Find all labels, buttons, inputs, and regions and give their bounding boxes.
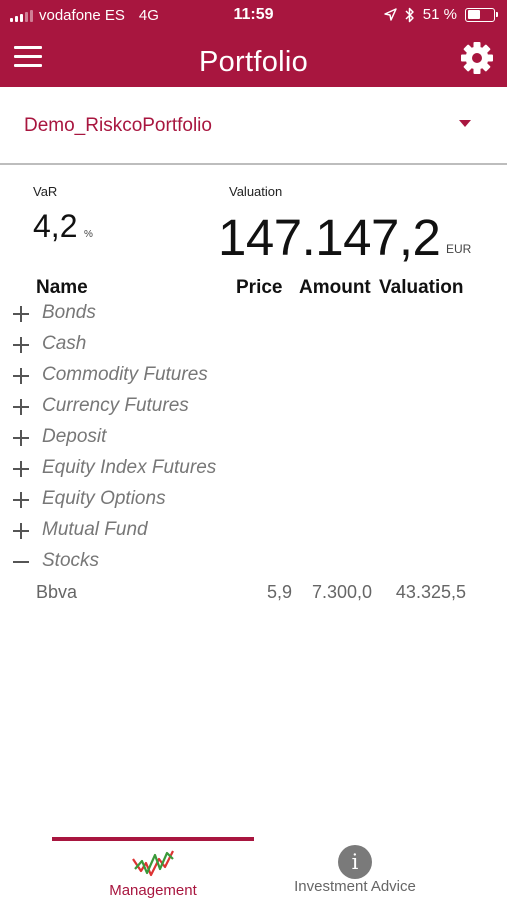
active-tab-indicator <box>52 837 254 841</box>
status-bar: vodafone ES 4G 11:59 51 % <box>0 0 507 32</box>
group-label: Stocks <box>42 550 100 571</box>
battery-percent: 51 % <box>422 6 457 23</box>
group-deposit[interactable]: Deposit <box>10 424 490 452</box>
group-label: Cash <box>42 333 87 354</box>
column-header-name: Name <box>36 277 88 298</box>
var-unit: % <box>84 229 93 240</box>
chart-line-icon <box>132 850 174 877</box>
info-icon: i <box>338 845 372 879</box>
battery-fill <box>467 10 481 19</box>
group-label: Mutual Fund <box>42 519 148 540</box>
expand-icon <box>10 362 32 390</box>
tab-investment-advice[interactable]: i Investment Advice <box>254 842 456 900</box>
expand-icon <box>10 517 32 545</box>
tab-investment-advice-label: Investment Advice <box>294 878 416 895</box>
row-name: Bbva <box>36 582 78 602</box>
bottom-tab-bar: Management i Investment Advice <box>0 830 507 900</box>
row-valuation: 43.325,5 <box>395 582 466 602</box>
column-header-valuation: Valuation <box>379 277 464 298</box>
group-label: Deposit <box>42 426 107 447</box>
group-label: Currency Futures <box>42 395 189 416</box>
caret-down-icon <box>459 120 471 127</box>
group-stocks[interactable]: Stocks <box>10 548 490 576</box>
nav-bar: Portfolio <box>0 32 507 87</box>
group-currency-futures[interactable]: Currency Futures <box>10 393 490 421</box>
group-equity-options[interactable]: Equity Options <box>10 486 490 514</box>
group-cash[interactable]: Cash <box>10 331 490 359</box>
group-label: Bonds <box>42 302 96 323</box>
gear-icon[interactable] <box>459 40 495 76</box>
group-label: Equity Index Futures <box>42 457 217 478</box>
valuation-label: Valuation <box>229 184 283 199</box>
expand-icon <box>10 393 32 421</box>
page-title: Portfolio <box>198 46 309 78</box>
var-label: VaR <box>33 184 58 199</box>
bluetooth-icon <box>405 7 414 22</box>
collapse-icon <box>10 548 32 576</box>
group-label: Equity Options <box>42 488 166 509</box>
group-commodity-futures[interactable]: Commodity Futures <box>10 362 490 390</box>
portfolio-screen: vodafone ES 4G 11:59 51 % Portfolio Demo… <box>0 0 507 900</box>
column-header-price: Price <box>236 277 283 298</box>
row-price: 5,9 <box>266 582 292 602</box>
tab-management[interactable]: Management <box>52 842 254 900</box>
group-label: Commodity Futures <box>42 364 208 385</box>
table-row[interactable]: Bbva 5,9 7.300,0 43.325,5 <box>0 580 507 608</box>
selected-portfolio: Demo_RiskcoPortfolio <box>24 115 212 136</box>
app-header: vodafone ES 4G 11:59 51 % Portfolio <box>0 0 507 87</box>
valuation-value: 147.147,2 <box>218 209 441 266</box>
expand-icon <box>10 486 32 514</box>
var-value: 4,2 <box>33 208 78 244</box>
tab-management-label: Management <box>109 882 197 899</box>
group-mutual-fund[interactable]: Mutual Fund <box>10 517 490 545</box>
expand-icon <box>10 300 32 328</box>
expand-icon <box>10 331 32 359</box>
status-right: 51 % <box>384 6 498 23</box>
valuation-unit: EUR <box>446 242 472 256</box>
location-arrow-icon <box>384 8 397 21</box>
battery-icon <box>465 7 498 22</box>
row-amount: 7.300,0 <box>311 582 372 602</box>
expand-icon <box>10 455 32 483</box>
group-bonds[interactable]: Bonds <box>10 300 490 328</box>
expand-icon <box>10 424 32 452</box>
portfolio-selector[interactable]: Demo_RiskcoPortfolio <box>0 87 507 165</box>
group-equity-index-futures[interactable]: Equity Index Futures <box>10 455 490 483</box>
column-header-amount: Amount <box>299 277 371 298</box>
